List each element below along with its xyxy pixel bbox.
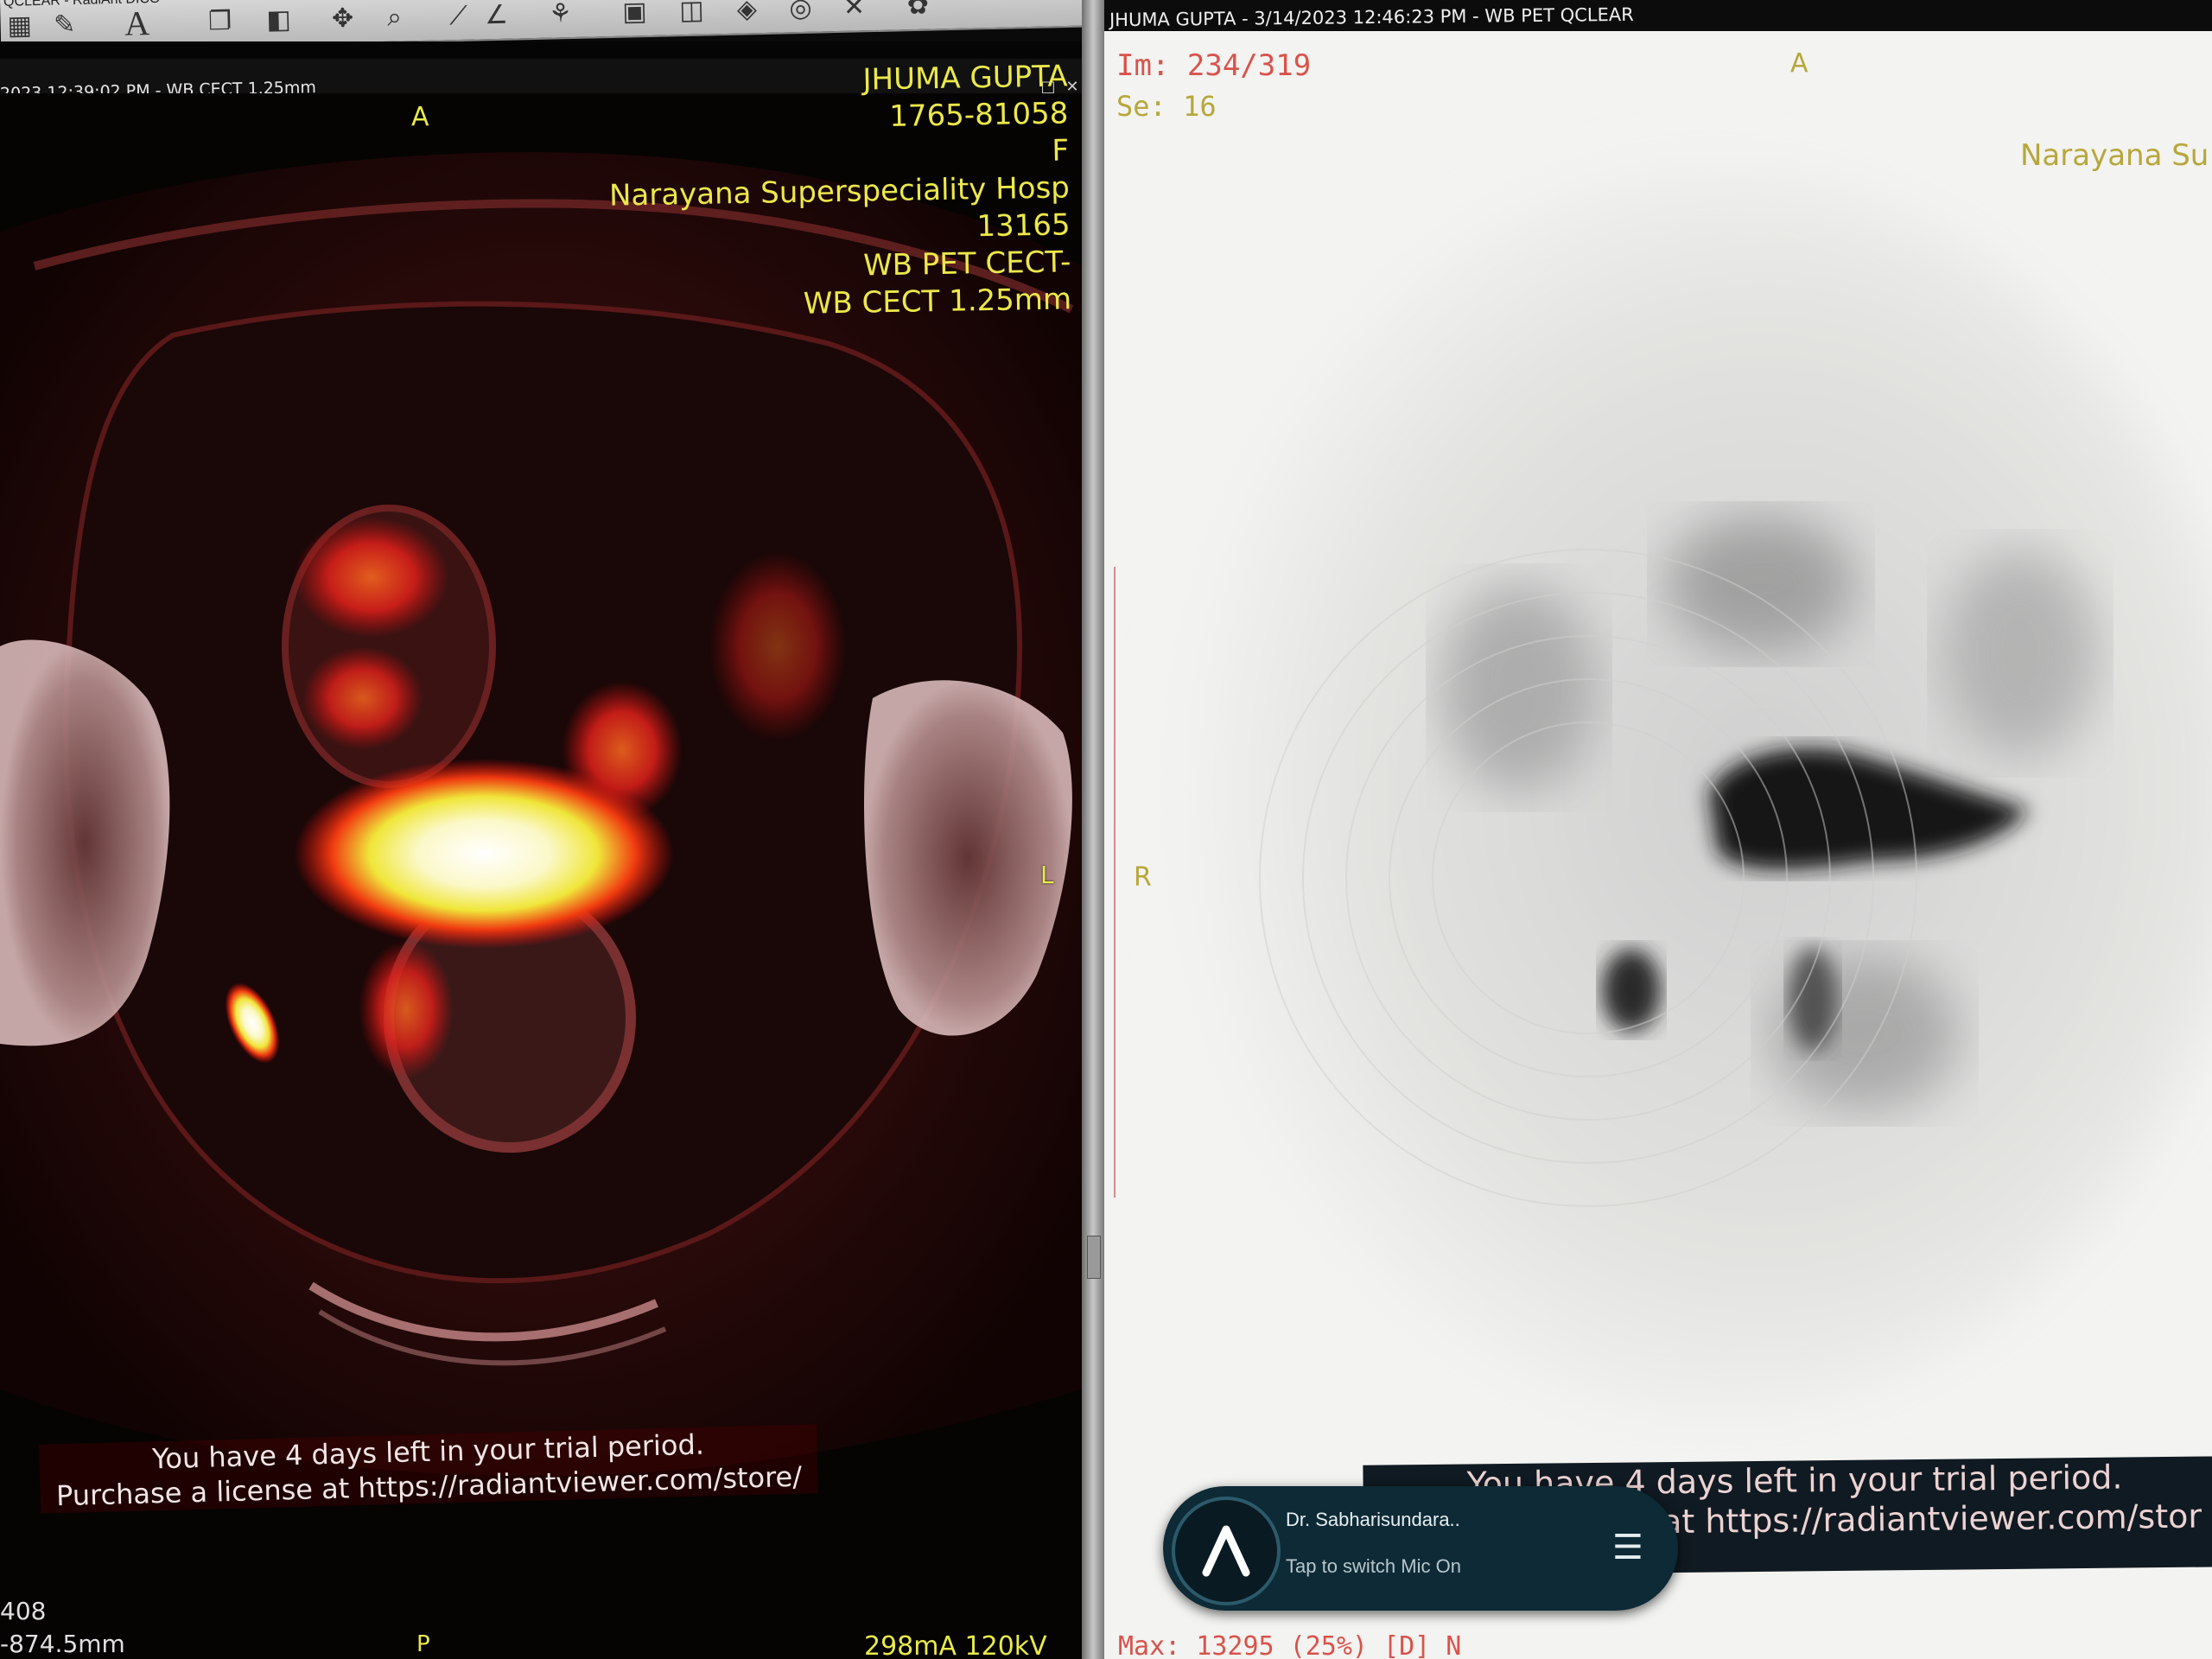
3d-icon[interactable]: ◈ xyxy=(728,0,766,27)
voice-call-widget[interactable]: Dr. Sabharisundara.. Tap to switch Mic O… xyxy=(1163,1486,1678,1611)
series-stack-icon[interactable]: ❐ xyxy=(200,3,239,39)
slice-number-label: 408 xyxy=(0,1597,47,1625)
mic-toggle-hint[interactable]: Tap to switch Mic On xyxy=(1286,1555,1461,1578)
right-orientation-left-label: R xyxy=(1134,862,1152,893)
series-number: Se: 16 xyxy=(1116,90,1217,123)
left-viewport[interactable]: 2023 12:39:02 PM - WB CECT 1.25mm □ ✕ A … xyxy=(0,41,1082,1659)
orientation-bottom-label: P xyxy=(416,1631,430,1657)
caller-name: Dr. Sabharisundara.. xyxy=(1286,1509,1460,1530)
fusion-icon[interactable]: ⚘ xyxy=(541,0,580,31)
text-tool-icon[interactable]: A xyxy=(118,3,156,43)
pen-annotate-icon[interactable]: ✎ xyxy=(45,7,84,42)
patient-info-overlay: JHUMA GUPTA 1765-81058 F Narayana Supers… xyxy=(607,58,1072,326)
grid-layout-icon[interactable]: ▦ xyxy=(0,8,39,43)
orientation-right-label: L xyxy=(1040,861,1054,889)
cd-icon[interactable]: ◎ xyxy=(781,0,820,25)
cine-icon[interactable]: ▣ xyxy=(615,0,654,29)
fused-pet-ct-image xyxy=(0,93,1082,1659)
window-level-icon[interactable]: ◧ xyxy=(259,2,298,37)
right-series-header: JHUMA GUPTA - 3/14/2023 12:46:23 PM - WB… xyxy=(1109,3,1634,31)
hamburger-menu-icon[interactable]: ☰ xyxy=(1612,1528,1643,1567)
max-value-label: Max: 13295 (25%) [D] N xyxy=(1118,1631,1462,1659)
measure-icon[interactable]: ⟋ xyxy=(439,0,478,33)
right-orientation-top-label: A xyxy=(1790,48,1808,79)
right-institution-name: Narayana Su xyxy=(2020,138,2209,173)
splitter-grip-handle[interactable] xyxy=(1087,1236,1101,1279)
viewport-splitter[interactable] xyxy=(1082,0,1104,1659)
pan-icon[interactable]: ✥ xyxy=(323,1,362,36)
slice-position-label: -874.5mm xyxy=(0,1630,125,1658)
orientation-top-label: A xyxy=(411,102,429,132)
zoom-icon[interactable]: ⌕ xyxy=(375,0,414,35)
right-viewport[interactable]: JHUMA GUPTA - 3/14/2023 12:46:23 PM - WB… xyxy=(1104,0,2212,1659)
plugin-icon[interactable]: ✿ xyxy=(899,0,938,22)
right-viewport-header: JHUMA GUPTA - 3/14/2023 12:46:23 PM - WB… xyxy=(1104,0,2212,31)
close-image-icon[interactable]: ✕ xyxy=(835,0,874,24)
mpr-icon[interactable]: ◫ xyxy=(672,0,711,28)
angle-icon[interactable]: ∠ xyxy=(477,0,516,32)
app-logo-icon[interactable] xyxy=(1172,1497,1281,1605)
acquisition-params-label: 298mA 120kV xyxy=(864,1631,1047,1659)
image-counter: Im: 234/319 xyxy=(1116,48,1312,83)
pet-image xyxy=(1104,31,2212,1659)
